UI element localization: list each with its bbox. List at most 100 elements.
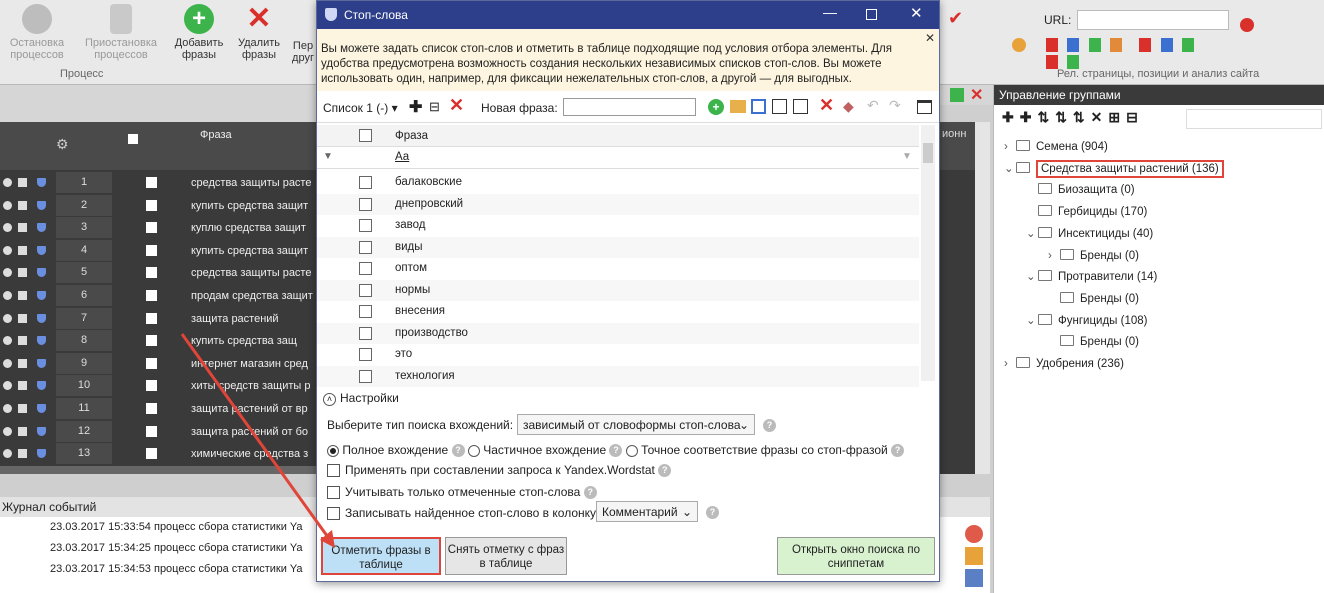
word-checkbox[interactable] [359, 326, 372, 340]
table-row[interactable]: 10 хиты средств защиты р [0, 375, 316, 397]
delete-list-icon[interactable]: ✕ [449, 95, 464, 116]
table-row[interactable]: 13 химические средства з [0, 443, 316, 465]
row-checkbox[interactable] [146, 357, 157, 369]
radio-exact[interactable]: Точное соответствие фразы со стоп-фразой [625, 443, 888, 457]
word-row[interactable]: внесения [317, 301, 919, 322]
radio-partial[interactable]: Частичное вхождение [467, 443, 606, 457]
rename-list-icon[interactable]: ⊟ [429, 99, 440, 115]
column-select[interactable]: Комментарий ⌄ [596, 501, 698, 522]
row-checkbox[interactable] [146, 403, 157, 414]
select-all-words-checkbox[interactable] [359, 129, 372, 142]
row-phrase[interactable]: интернет магазин сред [191, 353, 315, 375]
lock-icon[interactable] [18, 313, 27, 323]
close-button[interactable]: ✕ [910, 4, 923, 22]
word-checkbox[interactable] [359, 305, 372, 318]
select-all-checkbox[interactable] [128, 134, 138, 144]
row-checkbox[interactable] [146, 335, 157, 347]
tree-toggle-icon[interactable]: › [1048, 248, 1060, 264]
word-row[interactable]: оптом [317, 258, 919, 279]
google-icon[interactable] [1240, 18, 1254, 32]
expand-icon[interactable] [3, 426, 12, 436]
table-row[interactable]: 4 купить средства защит [0, 239, 316, 262]
lock-icon[interactable] [18, 381, 27, 391]
expand-icon[interactable] [3, 449, 12, 459]
lock-icon[interactable] [18, 200, 27, 210]
maximize-button[interactable] [866, 9, 877, 20]
lock-icon[interactable] [18, 178, 27, 187]
settings-toggle[interactable]: ˄ Настройки [323, 391, 399, 406]
tree-toggle-icon[interactable]: › [1004, 139, 1016, 155]
tree-node[interactable]: › Удобрения (236) [1004, 356, 1124, 372]
table-row[interactable]: 9 интернет магазин сред [0, 352, 316, 375]
minimize-button[interactable]: — [823, 4, 837, 20]
row-phrase[interactable]: защита растений от вр [191, 398, 315, 420]
filter-input[interactable]: Аа [395, 151, 409, 163]
table-row[interactable]: 1 средства защиты расте [0, 172, 316, 194]
row-phrase[interactable]: защита растений от бо [191, 421, 315, 443]
row-checkbox[interactable] [146, 312, 157, 324]
expand-icon[interactable] [3, 381, 12, 391]
shield-icon[interactable] [37, 313, 46, 323]
column-settings-icon[interactable]: ⚙ [56, 136, 74, 152]
row-phrase[interactable]: хиты средств защиты р [191, 375, 315, 397]
row-phrase[interactable]: купить средства защит [191, 240, 315, 262]
shield-icon[interactable] [37, 404, 46, 413]
row-checkbox[interactable] [146, 448, 157, 460]
tree-toggle-icon[interactable]: ⌄ [1026, 226, 1038, 242]
save-icon[interactable] [751, 99, 766, 114]
row-phrase[interactable]: купить средства защит [191, 195, 315, 217]
lock-icon[interactable] [18, 336, 27, 346]
lock-icon[interactable] [18, 223, 27, 233]
tree-node[interactable]: ⌄ Протравители (14) [1026, 269, 1157, 285]
vertical-scrollbar[interactable] [975, 122, 990, 474]
group-search-input[interactable] [1186, 109, 1322, 129]
row-phrase[interactable]: купить средства защ [191, 330, 315, 352]
expand-icon[interactable] [3, 245, 12, 255]
lock-icon[interactable] [18, 449, 27, 459]
tree-toggle-icon[interactable]: › [1004, 356, 1016, 372]
expand-icon[interactable] [3, 291, 12, 300]
group-toolbar[interactable]: ✚✚⇅⇅⇅✕⊞⊟ [1002, 109, 1144, 126]
stop-processes-button[interactable]: Остановка процессов [6, 4, 68, 61]
word-checkbox[interactable] [359, 283, 372, 297]
copy-icon[interactable] [772, 99, 787, 114]
table-row[interactable]: 8 купить средства защ [0, 330, 316, 352]
tree-node[interactable]: ⌄ Средства защиты растений (136) [1004, 159, 1224, 178]
write-column-checkbox[interactable]: Записывать найденное стоп-слово в колонк… [327, 506, 596, 521]
paste-icon[interactable] [793, 99, 808, 114]
url-input[interactable] [1077, 10, 1229, 30]
table-row[interactable]: 5 средства защиты расте [0, 262, 316, 284]
lock-icon[interactable] [18, 404, 27, 413]
word-checkbox[interactable] [359, 219, 372, 232]
expand-icon[interactable] [3, 200, 12, 210]
undo-icon[interactable]: ↶ [867, 97, 879, 114]
search-type-help-icon[interactable]: ? [763, 418, 776, 433]
radio-full[interactable]: Полное вхождение [327, 443, 448, 457]
expand-icon[interactable] [3, 336, 12, 346]
unmark-phrases-button[interactable]: Снять отметку с фраз в таблице [445, 537, 567, 575]
delete-phrases-button[interactable]: ✕ Удалить фразы [232, 4, 286, 62]
row-phrase[interactable]: средства защиты расте [191, 172, 315, 194]
expand-icon[interactable] [3, 268, 12, 278]
help-icon[interactable]: ? [583, 486, 597, 500]
add-phrases-button[interactable]: + Добавить фразы [170, 4, 228, 61]
tree-node[interactable]: Бренды (0) [1048, 334, 1139, 350]
row-checkbox[interactable] [146, 267, 157, 279]
shield-icon[interactable] [37, 178, 46, 187]
tree-node[interactable]: Бренды (0) [1048, 291, 1139, 307]
pause-processes-button[interactable]: Приостановка процессов [82, 4, 160, 61]
word-checkbox[interactable] [359, 240, 372, 254]
shield-icon[interactable] [37, 358, 46, 368]
table-row[interactable]: 11 защита растений от вр [0, 398, 316, 420]
row-checkbox[interactable] [146, 199, 157, 211]
row-checkbox[interactable] [146, 222, 157, 234]
clear-list-icon[interactable]: ✕ [819, 95, 834, 116]
word-row[interactable]: днепровский [317, 193, 919, 215]
error-filter-icon[interactable] [965, 525, 983, 543]
shield-icon[interactable] [37, 291, 46, 300]
warning-filter-icon[interactable] [965, 547, 983, 565]
add-list-icon[interactable]: ✚ [409, 97, 422, 117]
word-checkbox[interactable] [359, 369, 372, 383]
help-icon[interactable]: ? [609, 444, 623, 458]
expand-icon[interactable] [3, 178, 12, 187]
